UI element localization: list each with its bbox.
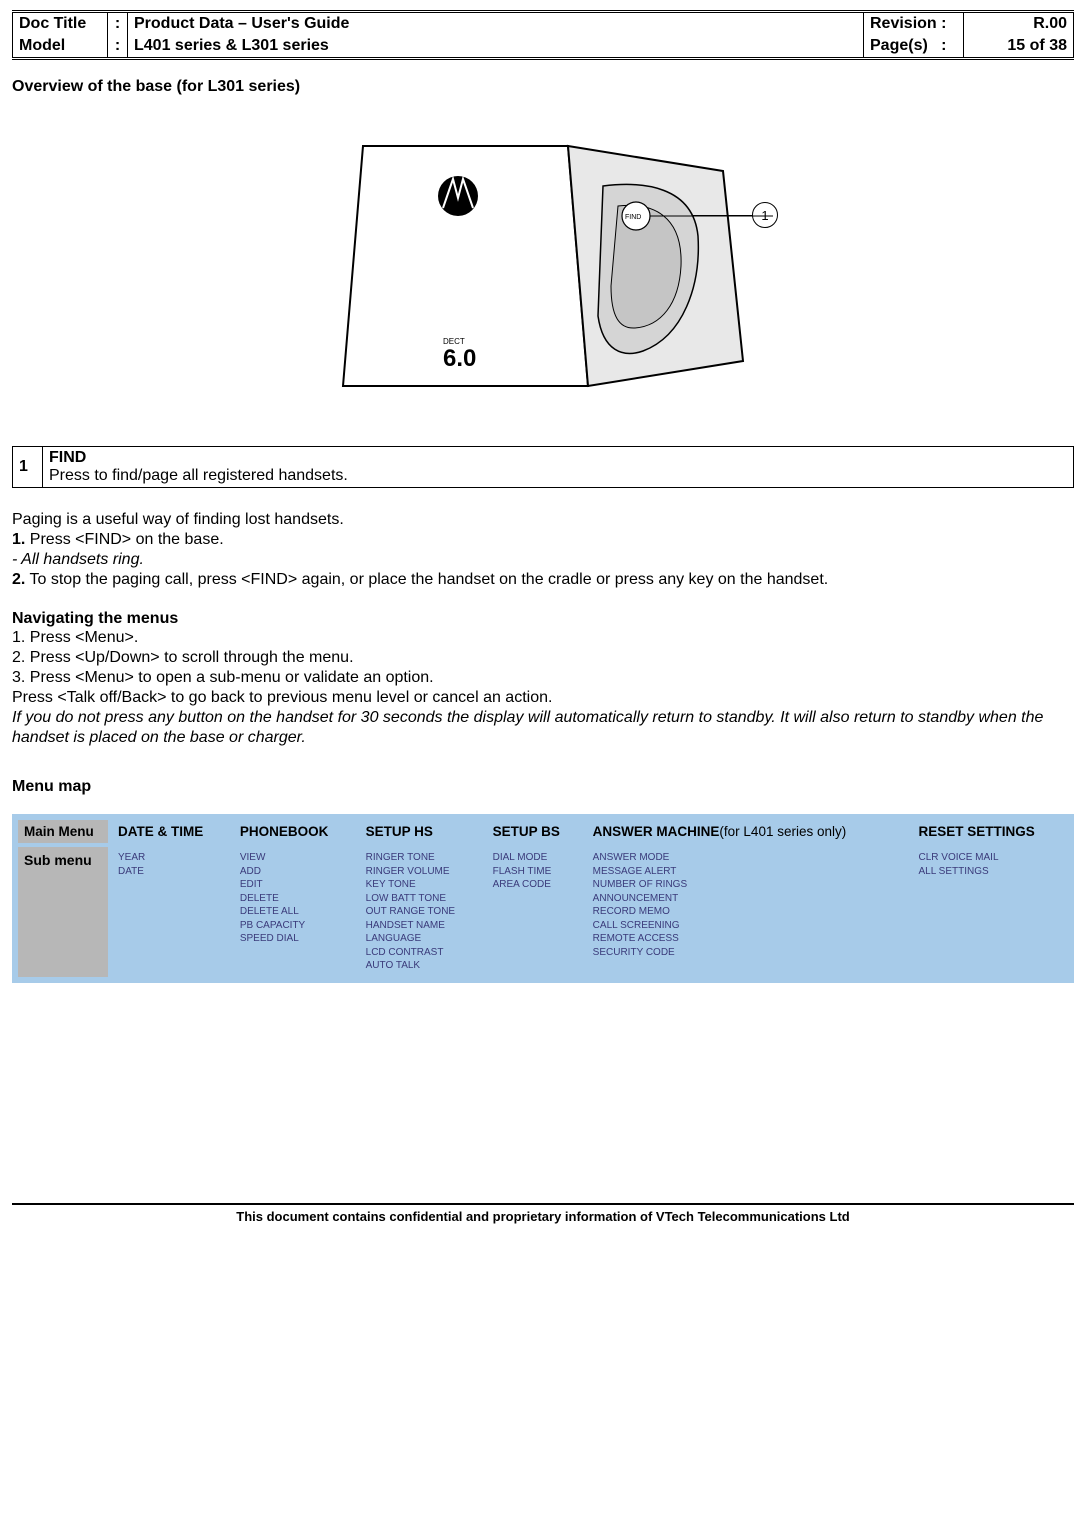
sub-setup-bs: DIAL MODE FLASH TIME AREA CODE [487,847,583,977]
colon: : [108,12,128,36]
main-menu-label: Main Menu [18,820,108,843]
device-illustration: DECT 6.0 FIND 1 [12,116,1074,416]
find-description-table: 1 FIND Press to find/page all registered… [12,446,1074,488]
doc-header-table: Doc Title : Product Data – User's Guide … [12,10,1074,60]
model-value: L401 series & L301 series [128,35,864,59]
find-row-num: 1 [13,447,43,488]
colon: : [108,35,128,59]
sub-phonebook: VIEW ADD EDIT DELETE DELETE ALL PB CAPAC… [234,847,356,977]
nav-line4: Press <Talk off/Back> to go back to prev… [12,688,1074,708]
col-setup-hs: SETUP HS [360,820,483,843]
sub-setup-hs: RINGER TONE RINGER VOLUME KEY TONE LOW B… [360,847,483,977]
sub-menu-label: Sub menu [18,847,108,977]
dect-big-text: 6.0 [443,345,476,372]
revision-value: R.00 [964,12,1074,36]
nav-line3: 3. Press <Menu> to open a sub-menu or va… [12,668,1074,688]
col-setup-bs: SETUP BS [487,820,583,843]
menu-map-table: Main Menu DATE & TIME PHONEBOOK SETUP HS… [12,814,1074,983]
find-title: FIND [49,449,86,466]
col-phonebook: PHONEBOOK [234,820,356,843]
paging-all-ring: - All handsets ring. [12,550,1074,570]
pages-value: 15 of 38 [964,35,1074,59]
callout-line [692,215,752,216]
callout-circle: 1 [752,202,778,228]
revision-label: Revision : [864,12,964,36]
find-desc: Press to find/page all registered handse… [49,467,348,484]
find-row-text: FIND Press to find/page all registered h… [43,447,1074,488]
nav-line1: 1. Press <Menu>. [12,628,1074,648]
pages-label: Page(s) : [864,35,964,59]
sub-answer-machine: ANSWER MODE MESSAGE ALERT NUMBER OF RING… [587,847,909,977]
nav-note: If you do not press any button on the ha… [12,708,1074,748]
nav-line2: 2. Press <Up/Down> to scroll through the… [12,648,1074,668]
paging-step2: 2. To stop the paging call, press <FIND>… [12,570,1074,590]
overview-title: Overview of the base (for L301 series) [12,78,1074,96]
col-date-time: DATE & TIME [112,820,230,843]
nav-heading: Navigating the menus [12,610,1074,628]
menu-map-heading: Menu map [12,778,1074,796]
paging-section: Paging is a useful way of finding lost h… [12,510,1074,590]
paging-step1: 1. Press <FIND> on the base. [12,530,1074,550]
doc-title-label: Doc Title [13,12,108,36]
doc-title-value: Product Data – User's Guide [128,12,864,36]
menu-sub-row: Sub menu YEAR DATE VIEW ADD EDIT DELETE … [18,847,1068,977]
menu-main-row: Main Menu DATE & TIME PHONEBOOK SETUP HS… [18,820,1068,843]
col-reset-settings: RESET SETTINGS [912,820,1068,843]
model-label: Model [13,35,108,59]
sub-reset-settings: CLR VOICE MAIL ALL SETTINGS [912,847,1068,977]
callout-1: 1 [692,202,778,228]
col-answer-machine: ANSWER MACHINE(for L401 series only) [587,820,909,843]
footer-text: This document contains confidential and … [12,1203,1074,1224]
find-button-text: FIND [625,214,641,221]
base-station-svg: DECT 6.0 FIND [303,116,783,416]
paging-intro: Paging is a useful way of finding lost h… [12,510,1074,530]
nav-section: 1. Press <Menu>. 2. Press <Up/Down> to s… [12,628,1074,748]
sub-date-time: YEAR DATE [112,847,230,977]
